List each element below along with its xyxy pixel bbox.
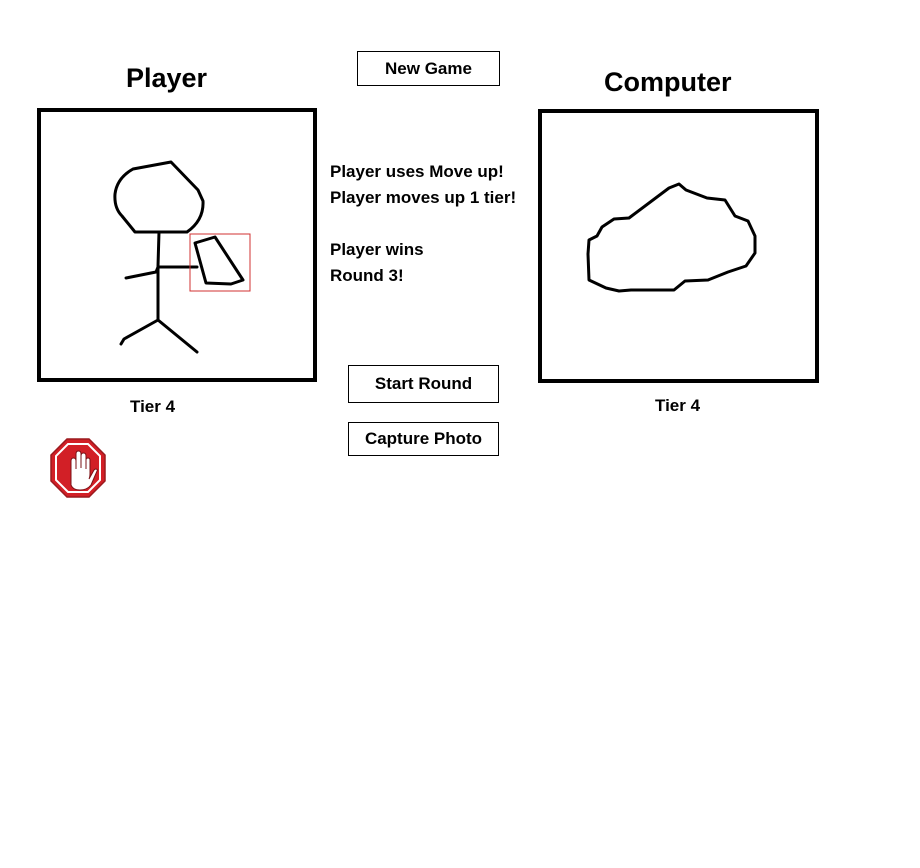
new-game-button[interactable]: New Game (357, 51, 500, 86)
computer-drawing-frame (538, 109, 819, 383)
status-message-winner: Player wins (330, 240, 424, 259)
player-drawing-frame (37, 108, 317, 382)
status-message-tier: Player moves up 1 tier! (330, 188, 517, 207)
player-stick-figure-drawing (113, 160, 251, 354)
paper-sheet (193, 235, 245, 286)
status-message-round: Round 3! (330, 266, 404, 285)
stick-figure-head (113, 160, 205, 234)
stop-hand-icon[interactable] (49, 437, 107, 499)
player-title: Player (126, 63, 208, 93)
computer-rock-drawing (586, 182, 757, 293)
stick-figure-body (156, 230, 161, 321)
rock-outline (586, 182, 757, 293)
player-tier-label: Tier 4 (130, 397, 176, 416)
capture-photo-button[interactable]: Capture Photo (348, 422, 499, 456)
computer-tier-label: Tier 4 (655, 396, 701, 415)
stick-figure-legs (119, 318, 199, 354)
stick-figure-arms (124, 265, 199, 280)
computer-title: Computer (604, 67, 732, 97)
status-message-move: Player uses Move up! (330, 162, 504, 181)
start-round-button[interactable]: Start Round (348, 365, 499, 403)
